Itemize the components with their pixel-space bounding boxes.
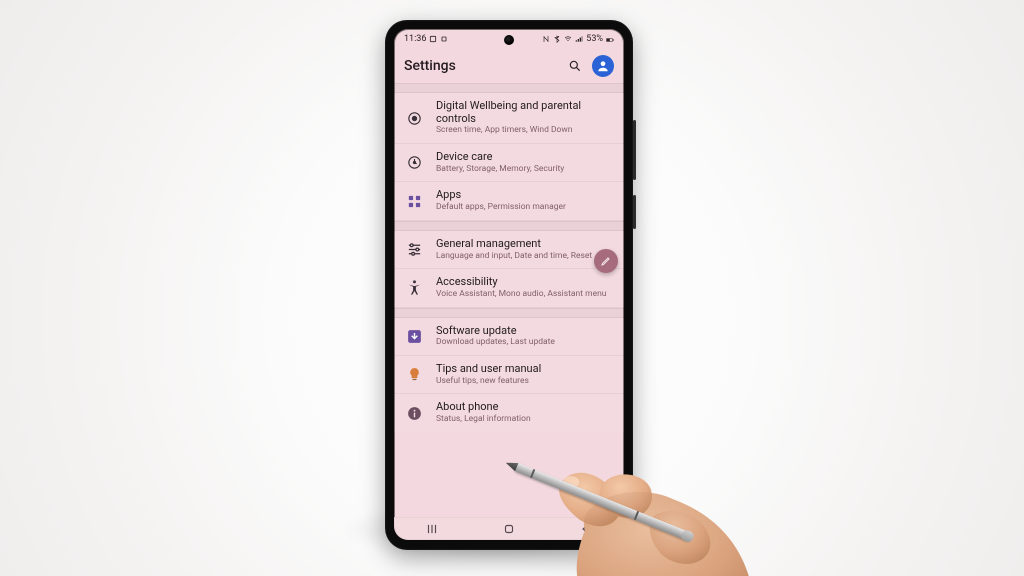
bluetooth-icon	[553, 35, 561, 43]
item-title: Software update	[436, 325, 612, 338]
settings-list[interactable]: Digital Wellbeing and parental controls …	[394, 83, 624, 518]
status-left: 11:36	[404, 34, 448, 44]
item-title: Accessibility	[436, 276, 612, 289]
settings-item-accessibility[interactable]: Accessibility Voice Assistant, Mono audi…	[394, 269, 624, 307]
item-subtitle: Default apps, Permission manager	[436, 203, 612, 213]
settings-header: Settings	[394, 49, 624, 83]
power-button[interactable]	[633, 195, 636, 229]
settings-item-tips[interactable]: Tips and user manual Useful tips, new fe…	[394, 356, 624, 394]
apps-icon	[404, 191, 424, 211]
item-title: Device care	[436, 151, 612, 164]
battery-text: 53%	[586, 34, 603, 44]
volume-rocker[interactable]	[633, 120, 636, 180]
nfc-icon	[542, 35, 550, 43]
group-divider	[394, 308, 624, 318]
settings-item-software-update[interactable]: Software update Download updates, Last u…	[394, 318, 624, 356]
settings-item-general-management[interactable]: General management Language and input, D…	[394, 231, 624, 269]
update-icon	[404, 326, 424, 346]
pen-icon	[600, 255, 612, 267]
notification-icon-2	[440, 35, 448, 43]
phone-frame: 11:36	[385, 20, 633, 550]
recents-button[interactable]	[412, 522, 452, 536]
item-title: General management	[436, 238, 612, 251]
settings-item-digital-wellbeing[interactable]: Digital Wellbeing and parental controls …	[394, 93, 624, 144]
settings-item-apps[interactable]: Apps Default apps, Permission manager	[394, 182, 624, 220]
tips-icon	[404, 365, 424, 385]
person-icon	[596, 59, 610, 73]
group-divider	[394, 221, 624, 231]
item-title: Digital Wellbeing and parental controls	[436, 100, 612, 125]
battery-icon	[606, 35, 614, 43]
item-subtitle: Download updates, Last update	[436, 338, 612, 348]
wellbeing-icon	[404, 108, 424, 128]
device-care-icon	[404, 153, 424, 173]
item-title: About phone	[436, 401, 612, 414]
search-button[interactable]	[564, 55, 586, 77]
group-divider	[394, 83, 624, 93]
notification-icon	[429, 35, 437, 43]
item-subtitle: Battery, Storage, Memory, Security	[436, 165, 612, 175]
settings-item-about-phone[interactable]: About phone Status, Legal information	[394, 394, 624, 431]
clock-text: 11:36	[404, 34, 426, 44]
back-button[interactable]	[566, 522, 606, 536]
item-title: Apps	[436, 189, 612, 202]
search-icon	[568, 59, 582, 73]
accessibility-icon	[404, 278, 424, 298]
front-camera-cutout	[504, 35, 514, 45]
info-icon	[404, 403, 424, 423]
scene: 11:36	[0, 0, 1024, 576]
account-avatar-button[interactable]	[592, 55, 614, 77]
signal-icon	[575, 35, 583, 43]
home-button[interactable]	[489, 522, 529, 536]
wifi-icon	[564, 35, 572, 43]
spen-fab[interactable]	[594, 249, 618, 273]
item-subtitle: Voice Assistant, Mono audio, Assistant m…	[436, 290, 612, 300]
item-subtitle: Screen time, App timers, Wind Down	[436, 126, 612, 136]
sliders-icon	[404, 240, 424, 260]
page-title: Settings	[404, 58, 558, 74]
item-subtitle: Language and input, Date and time, Reset	[436, 252, 612, 262]
item-subtitle: Useful tips, new features	[436, 377, 612, 387]
item-title: Tips and user manual	[436, 363, 612, 376]
status-right: 53%	[542, 34, 614, 44]
item-subtitle: Status, Legal information	[436, 415, 612, 425]
nav-bar	[394, 517, 624, 540]
settings-item-device-care[interactable]: Device care Battery, Storage, Memory, Se…	[394, 144, 624, 182]
